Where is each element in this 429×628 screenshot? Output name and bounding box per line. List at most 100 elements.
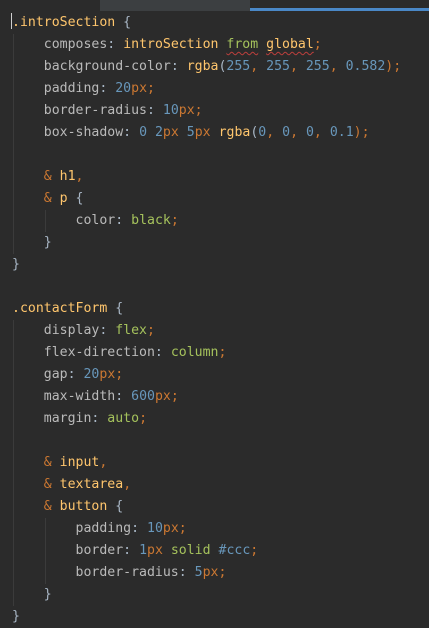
code-token: { <box>67 191 84 206</box>
code-token: rgba <box>218 125 251 140</box>
code-token: : <box>91 411 108 426</box>
code-line[interactable]: box-shadow: 0 2px 5px rgba(0, 0, 0, 0.1)… <box>12 122 370 144</box>
code-token: flex-direction <box>43 345 155 360</box>
code-token: composes <box>43 37 108 52</box>
code-token: padding <box>75 521 132 536</box>
code-token: 0 <box>305 125 314 140</box>
code-line[interactable]: padding: 20px; <box>12 78 155 100</box>
code-token: p <box>59 191 68 206</box>
code-token: } <box>12 257 20 272</box>
code-line[interactable]: border-radius: 10px; <box>12 100 203 122</box>
code-line[interactable]: max-width: 600px; <box>12 386 179 408</box>
code-token: auto <box>107 411 140 426</box>
code-token: button <box>59 499 108 514</box>
code-token: & <box>43 191 60 206</box>
code-line[interactable]: color: black; <box>12 210 179 232</box>
code-line[interactable]: & input, <box>12 452 108 474</box>
code-line[interactable]: margin: auto; <box>12 408 147 430</box>
code-line[interactable]: background-color: rgba(255, 255, 255, 0.… <box>12 56 401 78</box>
code-token: , <box>99 455 108 470</box>
code-token: 1 <box>139 543 148 558</box>
code-token: : <box>178 565 195 580</box>
code-token: border-radius <box>43 103 147 118</box>
code-line[interactable]: .introSection { <box>11 12 131 34</box>
code-token: global <box>266 37 314 52</box>
code-token: 5 <box>194 565 203 580</box>
code-line[interactable]: border: 1px solid #ccc; <box>12 540 259 562</box>
code-line[interactable]: } <box>12 254 20 276</box>
code-token: px <box>154 389 171 404</box>
editor-tab-bar <box>0 0 429 11</box>
code-token: 10 <box>147 521 163 536</box>
code-line[interactable]: .contactForm { <box>12 298 123 320</box>
code-token: ; <box>115 367 124 382</box>
code-token: border-radius <box>75 565 179 580</box>
code-token: textarea <box>59 477 124 492</box>
code-token: ; <box>170 213 179 228</box>
code-token: } <box>12 609 20 624</box>
code-token: h1 <box>59 169 76 184</box>
code-editor[interactable]: .introSection { composes: introSection f… <box>0 12 429 624</box>
code-token: : <box>170 59 187 74</box>
code-line[interactable]: display: flex; <box>12 320 155 342</box>
code-token: ; <box>178 521 187 536</box>
code-line[interactable]: } <box>12 606 20 628</box>
active-tab-indicator <box>250 8 429 11</box>
code-line[interactable]: & button { <box>12 496 123 518</box>
code-token: . <box>12 301 20 316</box>
code-token: ; <box>170 389 179 404</box>
code-token: : <box>154 345 171 360</box>
code-token: 600 <box>131 389 155 404</box>
code-token: ; <box>194 103 203 118</box>
code-line[interactable]: flex-direction: column; <box>12 342 227 364</box>
code-token: : <box>107 37 124 52</box>
code-token: flex <box>115 323 147 338</box>
code-line[interactable]: } <box>12 232 52 254</box>
code-line[interactable]: & textarea, <box>12 474 131 496</box>
code-token: 0 <box>139 125 148 140</box>
code-token: ; <box>218 345 227 360</box>
code-line[interactable]: } <box>12 584 52 606</box>
code-token: max-width <box>43 389 116 404</box>
code-token: 5 <box>186 125 195 140</box>
code-token: & <box>43 169 60 184</box>
code-token: ; <box>147 323 155 338</box>
code-token: 255 <box>226 59 251 74</box>
code-token: : <box>115 213 132 228</box>
code-token: : <box>123 125 140 140</box>
code-line[interactable]: padding: 10px; <box>12 518 187 540</box>
code-token: } <box>43 235 52 250</box>
code-line[interactable]: & h1, <box>12 166 84 188</box>
code-token: & <box>43 499 60 514</box>
code-token: : <box>99 323 116 338</box>
code-token: 0 <box>282 125 291 140</box>
code-token: px <box>162 125 179 140</box>
code-token: 10 <box>162 103 179 118</box>
code-line[interactable]: gap: 20px; <box>12 364 123 386</box>
code-token: px <box>202 565 219 580</box>
code-token: border <box>75 543 124 558</box>
code-token: & <box>43 477 60 492</box>
code-token: , <box>250 59 267 74</box>
code-line[interactable]: & p { <box>12 188 84 210</box>
code-token: { <box>107 499 124 514</box>
editor-tab[interactable] <box>100 0 250 11</box>
code-token: #ccc <box>218 543 251 558</box>
code-line[interactable]: border-radius: 5px; <box>12 562 227 584</box>
code-line[interactable]: composes: introSection from global; <box>12 34 322 56</box>
code-token: , <box>266 125 283 140</box>
code-token: ; <box>218 565 227 580</box>
